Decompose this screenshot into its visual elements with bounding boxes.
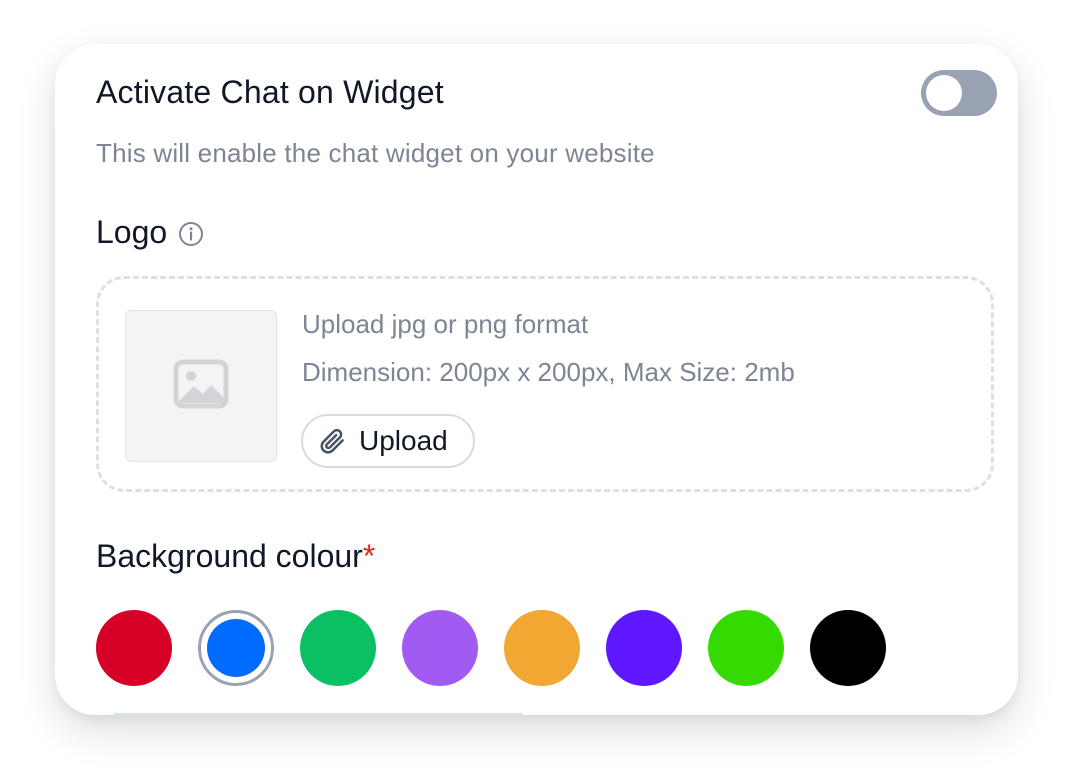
logo-preview-placeholder	[125, 310, 277, 462]
colour-swatch-orange[interactable]	[504, 610, 580, 686]
paperclip-icon	[317, 426, 347, 456]
colour-swatch-violet[interactable]	[606, 610, 682, 686]
image-placeholder-icon	[173, 359, 229, 414]
logo-label-row: Logo	[96, 214, 205, 251]
colour-swatch-black[interactable]	[810, 610, 886, 686]
background-colour-label: Background colour*	[96, 538, 375, 575]
chat-widget-settings-card: Activate Chat on Widget This will enable…	[55, 44, 1018, 715]
logo-label: Logo	[96, 214, 168, 250]
colour-swatch-lime[interactable]	[708, 610, 784, 686]
activate-chat-toggle[interactable]	[921, 70, 997, 116]
next-section-edge	[113, 713, 523, 715]
colour-swatch-blue[interactable]	[198, 610, 274, 686]
upload-button-label: Upload	[359, 425, 448, 456]
logo-upload-dropzone[interactable]: Upload jpg or png format Dimension: 200p…	[96, 276, 994, 492]
info-circle-icon[interactable]	[177, 219, 205, 247]
colour-swatch-red[interactable]	[96, 610, 172, 686]
colour-swatch-purple[interactable]	[402, 610, 478, 686]
toggle-knob	[926, 75, 962, 111]
selected-swatch-fill	[207, 619, 265, 677]
background-colour-text: Background colour	[96, 538, 363, 574]
colour-swatch-green[interactable]	[300, 610, 376, 686]
upload-dimension-hint: Dimension: 200px x 200px, Max Size: 2mb	[302, 357, 795, 387]
upload-button[interactable]: Upload	[301, 414, 475, 468]
upload-format-hint: Upload jpg or png format	[302, 309, 589, 339]
activate-chat-title: Activate Chat on Widget	[96, 74, 444, 110]
required-asterisk: *	[362, 538, 376, 574]
activate-chat-description: This will enable the chat widget on your…	[96, 138, 655, 168]
